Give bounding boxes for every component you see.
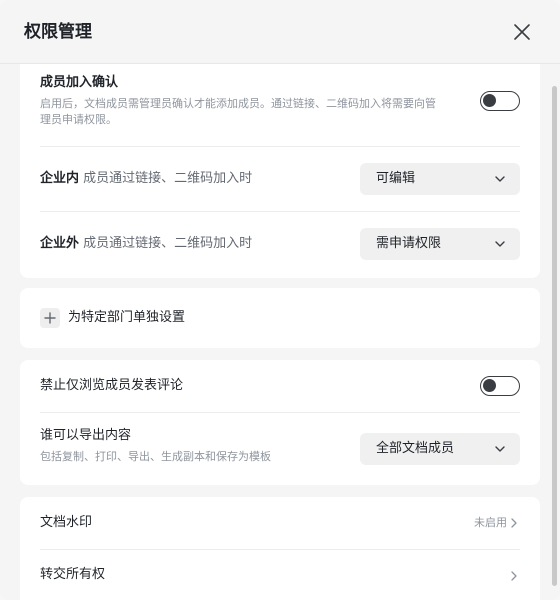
comment-toggle[interactable]	[480, 376, 520, 396]
close-button[interactable]	[510, 20, 534, 44]
outside-org-desc: 成员通过链接、二维码加入时	[83, 236, 253, 251]
toggle-knob	[483, 379, 496, 392]
chevron-down-icon	[495, 241, 505, 247]
inside-org-value: 可编辑	[376, 171, 416, 186]
inside-org-select[interactable]: 可编辑	[360, 163, 520, 195]
permission-dialog: 权限管理 成员加入确认 启用后，文档成员需管理员确认才能添加成员。通过链接、二维…	[0, 0, 560, 600]
dialog-header: 权限管理	[0, 0, 560, 64]
export-value: 全部文档成员	[376, 441, 455, 456]
chevron-right-icon	[511, 571, 517, 581]
chevron-down-icon	[495, 446, 505, 452]
watermark-row[interactable]: 文档水印 未启用	[20, 497, 540, 549]
department-card[interactable]: 为特定部门单独设置	[20, 288, 540, 348]
divider	[40, 146, 520, 147]
department-label[interactable]: 为特定部门单独设置	[68, 309, 185, 327]
member-confirm-title: 成员加入确认	[40, 75, 119, 90]
export-label: 谁可以导出内容	[40, 428, 132, 443]
watermark-label: 文档水印	[40, 515, 93, 530]
scrollbar[interactable]	[552, 86, 557, 586]
outside-org-value: 需申请权限	[376, 236, 442, 251]
export-select[interactable]: 全部文档成员	[360, 433, 520, 465]
inside-org-label: 企业内	[40, 171, 80, 186]
transfer-row[interactable]: 转交所有权	[20, 550, 540, 600]
chevron-down-icon	[495, 176, 505, 182]
dialog-body[interactable]: 成员加入确认 启用后，文档成员需管理员确认才能添加成员。通过链接、二维码加入将需…	[0, 64, 560, 600]
watermark-status: 未启用	[474, 516, 507, 529]
toggle-knob	[483, 94, 496, 107]
divider	[40, 211, 520, 212]
inside-org-row: 企业内 成员通过链接、二维码加入时	[40, 170, 252, 188]
other-settings-card: 文档水印 未启用 转交所有权	[20, 497, 540, 600]
link-settings-card: 成员加入确认 启用后，文档成员需管理员确认才能添加成员。通过链接、二维码加入将需…	[20, 64, 540, 278]
close-icon	[514, 24, 530, 40]
member-confirm-desc: 启用后，文档成员需管理员确认才能添加成员。通过链接、二维码加入将需要向管理员申请…	[40, 97, 436, 126]
outside-org-row: 企业外 成员通过链接、二维码加入时	[40, 235, 252, 253]
export-desc: 包括复制、打印、导出、生成副本和保存为模板	[40, 450, 271, 463]
content-control-card: 禁止仅浏览成员发表评论 谁可以导出内容 包括复制、打印、导出、生成副本和保存为模…	[20, 360, 540, 485]
outside-org-select[interactable]: 需申请权限	[360, 228, 520, 260]
chevron-right-icon	[511, 518, 517, 528]
comment-label: 禁止仅浏览成员发表评论	[40, 378, 184, 393]
dialog-title: 权限管理	[24, 22, 92, 42]
outside-org-label: 企业外	[40, 236, 80, 251]
transfer-label: 转交所有权	[40, 567, 106, 582]
inside-org-desc: 成员通过链接、二维码加入时	[83, 171, 253, 186]
plus-button[interactable]	[40, 308, 60, 328]
plus-icon	[44, 312, 56, 324]
divider	[40, 412, 520, 413]
member-confirm-toggle[interactable]	[480, 91, 520, 111]
